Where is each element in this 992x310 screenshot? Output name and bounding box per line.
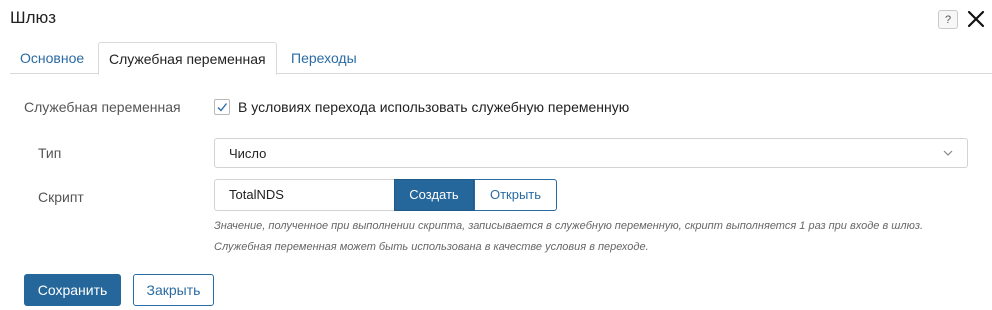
save-button[interactable]: Сохранить: [24, 274, 121, 306]
close-button[interactable]: [964, 8, 988, 30]
tab-main[interactable]: Основное: [10, 42, 94, 74]
open-script-button[interactable]: Открыть: [474, 179, 557, 211]
help-button[interactable]: ?: [938, 10, 958, 29]
service-variable-label: Служебная переменная: [24, 99, 181, 115]
close-dialog-button[interactable]: Закрыть: [133, 274, 214, 306]
type-select[interactable]: Число: [214, 138, 968, 168]
service-variable-hint: Служебная переменная может быть использо…: [214, 241, 649, 253]
tab-service-variable[interactable]: Служебная переменная: [98, 42, 277, 75]
script-hint: Значение, полученное при выполнении скри…: [214, 220, 924, 232]
script-label: Скрипт: [38, 189, 84, 205]
dialog-title: Шлюз: [10, 8, 57, 27]
service-variable-checkbox[interactable]: [214, 99, 230, 115]
close-icon: [967, 10, 985, 28]
tab-bar: Основное Служебная переменная Переходы: [10, 42, 992, 75]
script-input[interactable]: TotalNDS: [214, 179, 395, 211]
help-icon: ?: [944, 13, 952, 26]
service-variable-checkbox-label[interactable]: В условиях перехода использовать служебн…: [238, 99, 629, 115]
create-script-button[interactable]: Создать: [394, 179, 474, 211]
type-select-value: Число: [229, 146, 267, 161]
chevron-down-icon: [943, 150, 953, 156]
tab-transitions[interactable]: Переходы: [281, 42, 367, 74]
type-label: Тип: [38, 145, 62, 161]
checkmark-icon: [217, 103, 228, 112]
